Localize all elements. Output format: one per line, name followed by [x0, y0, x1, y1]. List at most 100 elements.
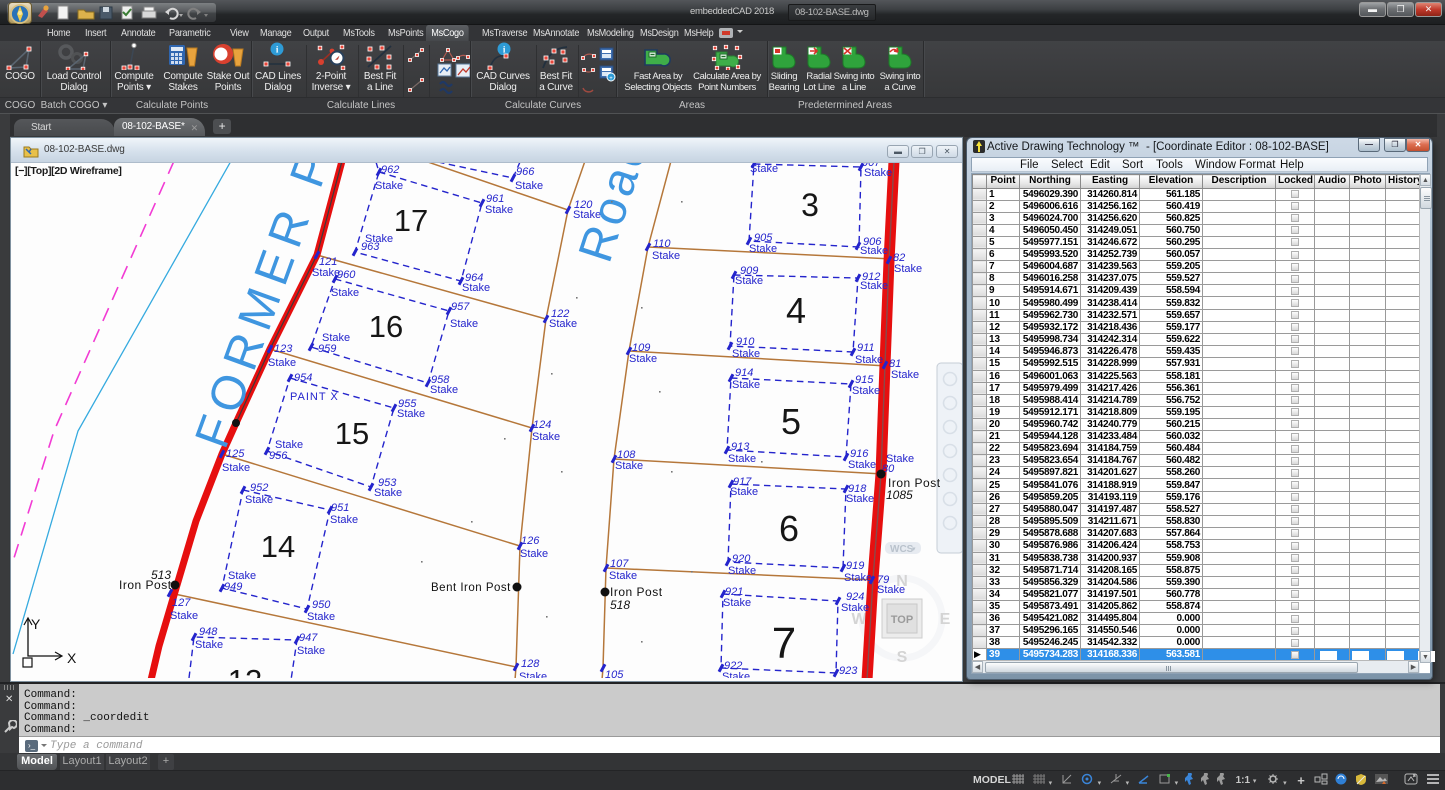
svg-text:Stake: Stake: [723, 597, 751, 609]
svg-text:Stake: Stake: [485, 204, 513, 216]
svg-text:Stake: Stake: [732, 379, 760, 391]
svg-text:957: 957: [451, 301, 470, 313]
svg-text:Stake: Stake: [735, 275, 763, 287]
svg-text:952: 952: [250, 482, 268, 494]
svg-text:124: 124: [533, 419, 551, 431]
svg-text:TOP: TOP: [891, 614, 913, 626]
svg-text:Stake: Stake: [268, 357, 296, 369]
svg-text:Bent Iron Post: Bent Iron Post: [431, 582, 511, 594]
svg-text:Stake: Stake: [222, 462, 250, 474]
svg-text:+: +: [609, 76, 613, 82]
svg-text:Iron Post: Iron Post: [610, 585, 663, 599]
svg-text:Stake: Stake: [307, 611, 335, 623]
svg-text:914: 914: [735, 367, 753, 379]
svg-text:Stake: Stake: [549, 318, 577, 330]
svg-text:Stake: Stake: [519, 671, 547, 678]
svg-text:963: 963: [361, 241, 380, 253]
svg-text:Stake: Stake: [722, 671, 750, 678]
svg-text:919: 919: [846, 560, 864, 572]
svg-text:949: 949: [224, 581, 242, 593]
svg-text:Iron Post: Iron Post: [119, 578, 172, 592]
svg-text:PAINT X: PAINT X: [290, 391, 339, 403]
svg-text:12: 12: [228, 663, 262, 678]
svg-text:950: 950: [312, 599, 331, 611]
svg-text:Stake: Stake: [864, 167, 892, 179]
svg-text:Stake: Stake: [397, 408, 425, 420]
svg-text:Stake: Stake: [750, 163, 778, 175]
svg-text:110: 110: [653, 238, 671, 250]
svg-text:Stake: Stake: [615, 460, 643, 472]
svg-text:518: 518: [610, 598, 630, 612]
svg-text:Stake: Stake: [877, 584, 905, 596]
svg-text:923: 923: [839, 665, 858, 677]
svg-text:Stake: Stake: [749, 243, 777, 255]
svg-text:123: 123: [274, 343, 293, 355]
svg-text:▾: ▾: [912, 546, 916, 553]
svg-text:14: 14: [261, 529, 295, 564]
svg-text:107: 107: [610, 558, 629, 570]
svg-text:Stake: Stake: [450, 318, 478, 330]
svg-text:Stake: Stake: [520, 548, 548, 560]
svg-text:Stake: Stake: [728, 565, 756, 577]
svg-text:Stake: Stake: [860, 245, 888, 257]
svg-text:Y: Y: [31, 616, 41, 632]
svg-text:WCS: WCS: [890, 544, 914, 555]
svg-text:Stake: Stake: [430, 384, 458, 396]
svg-text:911: 911: [857, 342, 875, 354]
svg-text:948: 948: [199, 626, 218, 638]
svg-text:Stake: Stake: [331, 287, 359, 299]
svg-text:959: 959: [318, 343, 336, 355]
svg-text:Stake: Stake: [374, 487, 402, 499]
svg-text:Stake: Stake: [860, 280, 888, 292]
svg-text:126: 126: [521, 535, 540, 547]
svg-text:Stake: Stake: [732, 348, 760, 360]
svg-text:Stake: Stake: [652, 250, 680, 262]
svg-text:951: 951: [331, 502, 349, 514]
svg-text:15: 15: [335, 416, 369, 451]
svg-text:Stake: Stake: [609, 570, 637, 582]
svg-text:966: 966: [516, 166, 535, 178]
svg-text:913: 913: [731, 441, 750, 453]
svg-text:Stake: Stake: [852, 385, 880, 397]
svg-text:947: 947: [299, 632, 318, 644]
svg-text:127: 127: [172, 597, 191, 609]
svg-text:7: 7: [772, 619, 796, 668]
svg-text:FORMER P: FORMER P: [186, 163, 344, 455]
svg-text:E: E: [940, 611, 951, 628]
svg-text:956: 956: [269, 450, 288, 462]
svg-text:X: X: [67, 650, 77, 666]
svg-text:Stake: Stake: [245, 494, 273, 506]
svg-text:Stake: Stake: [330, 514, 358, 526]
svg-text:Stake: Stake: [728, 453, 756, 465]
svg-text:Stake: Stake: [846, 493, 874, 505]
svg-text:17: 17: [394, 203, 428, 238]
svg-text:16: 16: [369, 309, 403, 344]
svg-text:Stake: Stake: [532, 431, 560, 443]
svg-text:4: 4: [786, 290, 806, 331]
svg-text:Stake: Stake: [848, 459, 876, 471]
svg-text:920: 920: [732, 553, 751, 565]
svg-text:Stake: Stake: [855, 354, 883, 366]
svg-text:910: 910: [736, 336, 755, 348]
svg-text:Stake: Stake: [462, 282, 490, 294]
svg-text:Stake: Stake: [629, 353, 657, 365]
svg-text:3: 3: [801, 187, 819, 223]
svg-text:Stake: Stake: [891, 369, 919, 381]
svg-text:Stake: Stake: [312, 267, 340, 279]
svg-text:Stake: Stake: [730, 486, 758, 498]
svg-text:6: 6: [779, 508, 799, 549]
svg-text:Stake: Stake: [195, 639, 223, 651]
svg-text:954: 954: [294, 372, 312, 384]
svg-text:S: S: [897, 649, 908, 666]
svg-text:105: 105: [605, 669, 624, 678]
svg-text:Stake: Stake: [515, 180, 543, 192]
svg-text:1085: 1085: [886, 488, 913, 502]
svg-text:Stake: Stake: [375, 180, 403, 192]
svg-text:Stake: Stake: [844, 572, 872, 584]
svg-text:Stake: Stake: [841, 602, 869, 614]
svg-text:Stake: Stake: [894, 263, 922, 275]
svg-text:Stake: Stake: [297, 645, 325, 657]
svg-text:962: 962: [381, 164, 399, 176]
svg-text:5: 5: [781, 401, 801, 442]
svg-text:128: 128: [521, 658, 540, 670]
